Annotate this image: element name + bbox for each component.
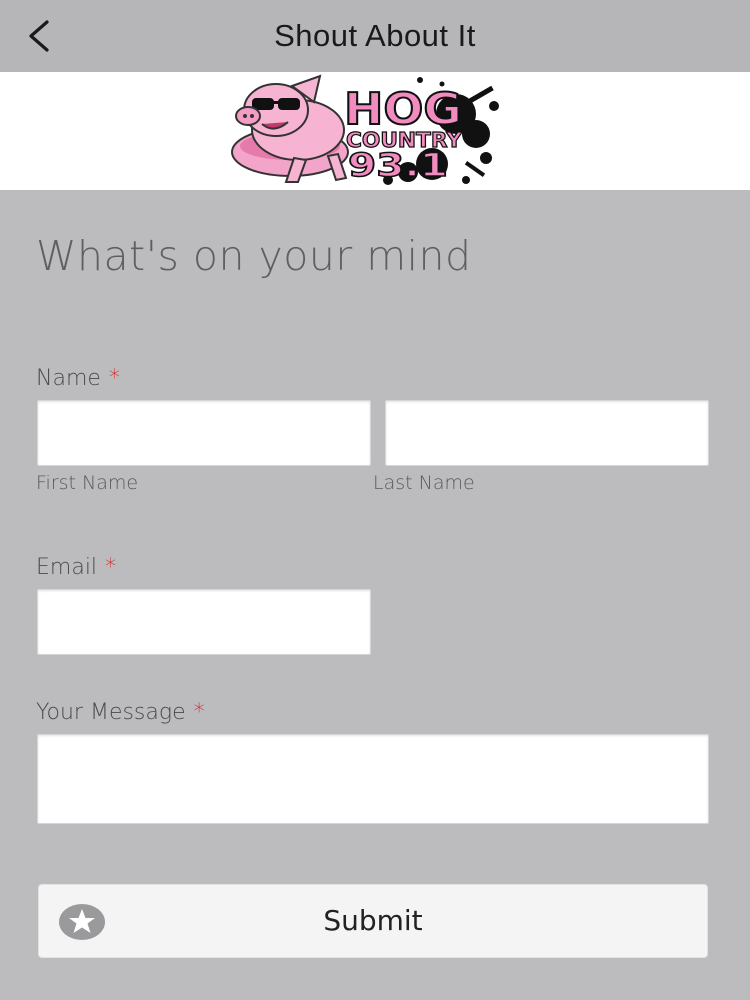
submit-label: Submit: [323, 904, 423, 937]
logo-banner: HOG COUNTRY 93.1: [0, 72, 750, 190]
email-input[interactable]: [37, 589, 371, 655]
last-name-input[interactable]: [385, 400, 709, 466]
hog-country-logo: HOG COUNTRY 93.1: [231, 74, 499, 185]
email-label-text: Email: [36, 555, 98, 580]
first-name-input[interactable]: [37, 400, 371, 466]
last-name-sublabel: Last Name: [373, 472, 475, 494]
required-marker: *: [108, 366, 120, 391]
required-marker: *: [105, 555, 117, 580]
top-app-bar: Shout About It: [0, 0, 750, 72]
required-marker: *: [193, 700, 205, 725]
logo-text-frequency: 93.1: [348, 146, 448, 184]
message-label-text: Your Message: [36, 700, 186, 725]
first-name-sublabel: First Name: [36, 472, 139, 494]
message-textarea[interactable]: [37, 734, 709, 824]
page-title: Shout About It: [274, 18, 476, 53]
submit-button[interactable]: Submit: [38, 884, 708, 958]
name-label: Name *: [36, 366, 120, 391]
form-heading: What's on your mind: [36, 232, 472, 280]
email-label: Email *: [36, 555, 116, 580]
message-label: Your Message *: [36, 700, 205, 725]
name-label-text: Name: [36, 366, 101, 391]
